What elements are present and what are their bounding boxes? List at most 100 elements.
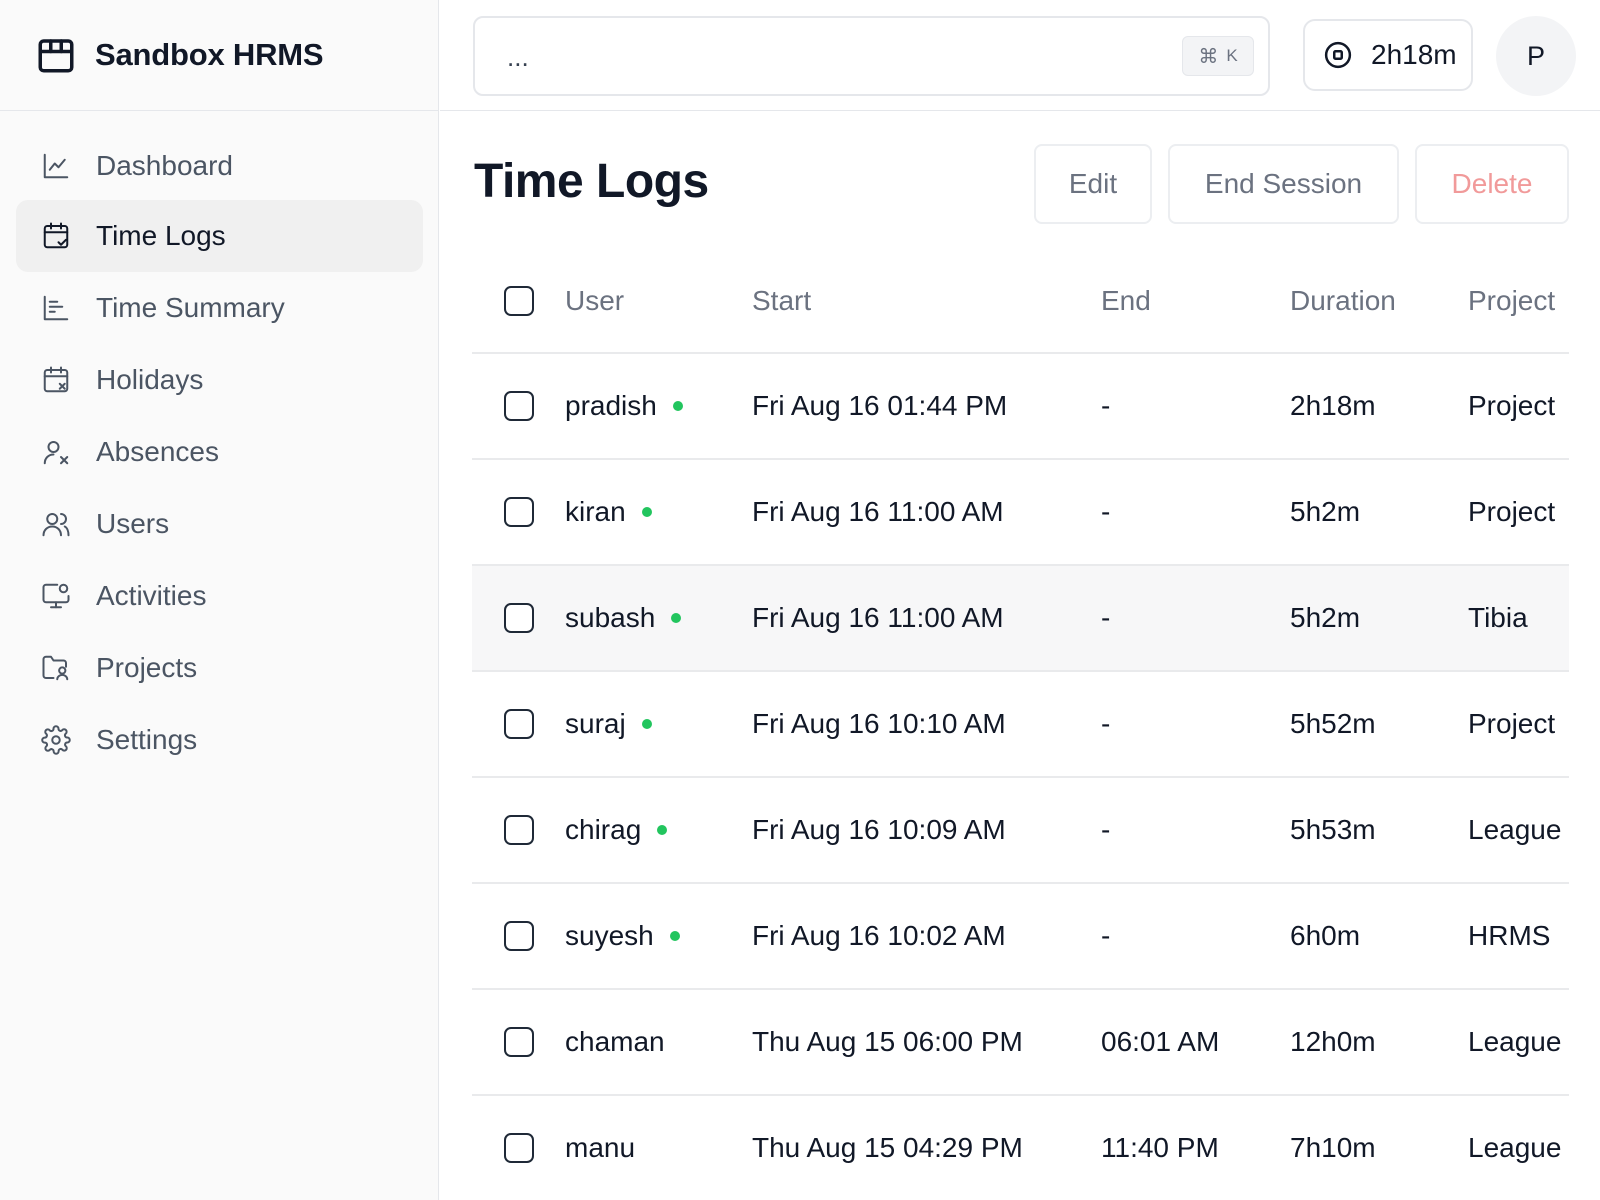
sidebar-item-absences[interactable]: Absences bbox=[16, 416, 423, 488]
start-cell: Fri Aug 16 10:10 AM bbox=[752, 708, 1006, 739]
table-row[interactable]: chirag Fri Aug 16 10:09 AM - 5h53m Leagu… bbox=[472, 778, 1569, 884]
sidebar-item-label: Users bbox=[96, 508, 170, 539]
row-checkbox[interactable] bbox=[504, 921, 534, 951]
sidebar-item-users[interactable]: Users bbox=[16, 488, 423, 560]
duration-cell: 2h18m bbox=[1290, 390, 1376, 421]
app-title: Sandbox HRMS bbox=[95, 37, 324, 72]
row-checkbox[interactable] bbox=[504, 815, 534, 845]
shortcut-key: K bbox=[1226, 46, 1238, 65]
users-icon bbox=[40, 508, 72, 540]
start-cell: Fri Aug 16 10:09 AM bbox=[752, 814, 1006, 845]
sidebar-item-time-logs[interactable]: Time Logs bbox=[16, 200, 423, 272]
project-cell: Tibia bbox=[1468, 602, 1528, 633]
folder-user-icon bbox=[40, 652, 72, 684]
table-row[interactable]: kiran Fri Aug 16 11:00 AM - 5h2m Project bbox=[472, 460, 1569, 566]
table-row[interactable]: pradish Fri Aug 16 01:44 PM - 2h18m Proj… bbox=[472, 354, 1569, 460]
table-row[interactable]: suyesh Fri Aug 16 10:02 AM - 6h0m HRMS bbox=[472, 884, 1569, 990]
duration-cell: 5h52m bbox=[1290, 708, 1376, 739]
user-name: pradish bbox=[565, 390, 657, 421]
brand[interactable]: Sandbox HRMS bbox=[0, 0, 438, 111]
column-header-start[interactable]: Start bbox=[752, 285, 811, 317]
calendar-check-icon bbox=[40, 220, 72, 252]
sidebar-item-label: Settings bbox=[96, 724, 198, 755]
sidebar-item-label: Absences bbox=[96, 436, 219, 467]
duration-cell: 7h10m bbox=[1290, 1132, 1376, 1163]
end-cell: 11:40 PM bbox=[1101, 1132, 1219, 1163]
command-key-icon: ⌘ bbox=[1198, 45, 1219, 68]
top-header: ... ⌘ K 2h18m P bbox=[440, 0, 1600, 111]
user-cell: suyesh bbox=[565, 920, 680, 952]
user-cell: kiran bbox=[565, 496, 652, 528]
start-cell: Fri Aug 16 01:44 PM bbox=[752, 390, 1008, 421]
sidebar-item-projects[interactable]: Projects bbox=[16, 632, 423, 704]
end-session-button[interactable]: End Session bbox=[1168, 144, 1399, 224]
column-header-duration[interactable]: Duration bbox=[1290, 285, 1396, 317]
end-cell: 06:01 AM bbox=[1101, 1026, 1220, 1057]
duration-cell: 5h2m bbox=[1290, 602, 1361, 633]
bar-chart-icon bbox=[40, 292, 72, 324]
sidebar-item-time-summary[interactable]: Time Summary bbox=[16, 272, 423, 344]
user-name: chirag bbox=[565, 814, 642, 845]
user-name: suraj bbox=[565, 708, 626, 739]
user-cell: suraj bbox=[565, 708, 652, 740]
sidebar-item-dashboard[interactable]: Dashboard bbox=[16, 130, 423, 202]
stop-circle-icon bbox=[1323, 40, 1353, 70]
user-name: chaman bbox=[565, 1026, 665, 1057]
end-cell: - bbox=[1101, 920, 1111, 951]
edit-button[interactable]: Edit bbox=[1034, 144, 1152, 224]
row-checkbox[interactable] bbox=[504, 1027, 534, 1057]
project-cell: HRMS bbox=[1468, 920, 1551, 951]
user-cell: pradish bbox=[565, 390, 683, 422]
project-cell: Project bbox=[1468, 496, 1556, 527]
project-cell: League bbox=[1468, 1026, 1562, 1057]
row-checkbox[interactable] bbox=[504, 603, 534, 633]
sidebar-item-label: Projects bbox=[96, 652, 198, 683]
user-name: subash bbox=[565, 602, 656, 633]
user-cell: manu bbox=[565, 1132, 635, 1164]
duration-cell: 5h2m bbox=[1290, 496, 1361, 527]
row-checkbox[interactable] bbox=[504, 1133, 534, 1163]
table-row[interactable]: chaman Thu Aug 15 06:00 PM 06:01 AM 12h0… bbox=[472, 990, 1569, 1096]
sidebar-item-activities[interactable]: Activities bbox=[16, 560, 423, 632]
user-cell: chirag bbox=[565, 814, 668, 846]
project-cell: League bbox=[1468, 1132, 1562, 1163]
select-all-checkbox[interactable] bbox=[504, 286, 534, 316]
start-cell: Thu Aug 15 06:00 PM bbox=[752, 1026, 1023, 1057]
end-cell: - bbox=[1101, 708, 1111, 739]
column-header-project[interactable]: Project bbox=[1468, 285, 1555, 317]
sidebar-item-holidays[interactable]: Holidays bbox=[16, 344, 423, 416]
active-status-dot bbox=[657, 825, 668, 835]
timer-value: 2h18m bbox=[1371, 39, 1457, 70]
avatar[interactable]: P bbox=[1496, 16, 1576, 96]
column-header-user[interactable]: User bbox=[565, 285, 624, 317]
sidebar-item-label: Time Summary bbox=[96, 292, 285, 323]
row-checkbox[interactable] bbox=[504, 709, 534, 739]
table-row[interactable]: subash Fri Aug 16 11:00 AM - 5h2m Tibia bbox=[472, 566, 1569, 672]
table-row[interactable]: suraj Fri Aug 16 10:10 AM - 5h52m Projec… bbox=[472, 672, 1569, 778]
row-checkbox[interactable] bbox=[504, 391, 534, 421]
start-cell: Fri Aug 16 10:02 AM bbox=[752, 920, 1006, 951]
search-value: ... bbox=[507, 42, 529, 72]
column-header-end[interactable]: End bbox=[1101, 285, 1151, 317]
table-row[interactable]: manu Thu Aug 15 04:29 PM 11:40 PM 7h10m … bbox=[472, 1096, 1569, 1200]
calendar-x-icon bbox=[40, 364, 72, 396]
user-name: suyesh bbox=[565, 920, 654, 951]
active-status-dot bbox=[641, 507, 652, 517]
sidebar-item-settings[interactable]: Settings bbox=[16, 704, 423, 776]
duration-cell: 6h0m bbox=[1290, 920, 1361, 951]
search-input[interactable]: ... ⌘ K bbox=[473, 16, 1270, 96]
active-status-dot bbox=[671, 613, 682, 623]
active-status-dot bbox=[672, 401, 683, 411]
monitor-cog-icon bbox=[40, 580, 72, 612]
start-cell: Fri Aug 16 11:00 AM bbox=[752, 602, 1004, 633]
project-cell: Project bbox=[1468, 390, 1556, 421]
sidebar: Sandbox HRMS Dashboard Time Logs Time Su… bbox=[0, 0, 439, 1200]
row-checkbox[interactable] bbox=[504, 497, 534, 527]
session-timer-button[interactable]: 2h18m bbox=[1303, 19, 1473, 91]
table-header-row: User Start End Duration Project bbox=[472, 250, 1569, 354]
delete-button[interactable]: Delete bbox=[1415, 144, 1569, 224]
sidebar-nav: Dashboard Time Logs Time Summary Holiday… bbox=[0, 111, 438, 755]
gear-icon bbox=[40, 724, 72, 756]
end-cell: - bbox=[1101, 602, 1111, 633]
time-logs-table: User Start End Duration Project pradish … bbox=[472, 250, 1569, 1200]
